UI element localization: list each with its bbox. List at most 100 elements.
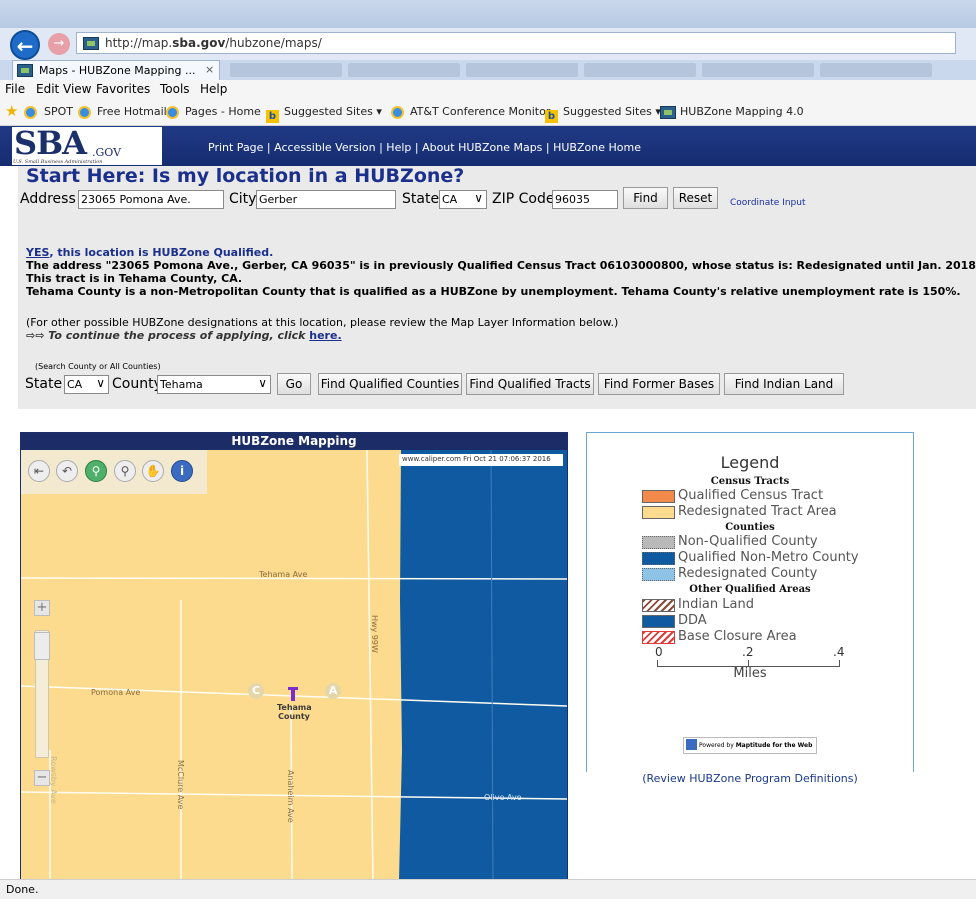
url-text: http://map.sba.gov/hubzone/maps/: [105, 36, 322, 50]
other-designations-note: (For other possible HUBZone designations…: [26, 316, 619, 329]
find-button[interactable]: Find: [623, 187, 668, 209]
menu-view[interactable]: View: [63, 82, 91, 96]
sba-logo[interactable]: SBA: [14, 124, 87, 162]
fav-suggested-sites-2[interactable]: Suggested Sites ▾: [563, 105, 661, 118]
map-marker-c[interactable]: C: [248, 683, 264, 699]
back-button[interactable]: ←: [10, 30, 40, 60]
fav-suggested-sites[interactable]: Suggested Sites ▾: [284, 105, 382, 118]
qualified-non-metro-county-area: [399, 450, 567, 879]
coordinate-input-link[interactable]: Coordinate Input: [730, 198, 806, 208]
status-bar: Done.: [0, 879, 976, 899]
review-definitions-link[interactable]: (Review HUBZone Program Definitions): [586, 772, 914, 786]
fav-hubzone-mapping[interactable]: HUBZone Mapping 4.0: [680, 105, 804, 118]
zoom-slider-plus-icon[interactable]: +: [34, 600, 50, 616]
menu-edit[interactable]: Edit: [36, 82, 59, 96]
map-timestamp: www.caliper.com Fri Oct 21 07:06:37 2016: [399, 454, 563, 466]
road-label-olive: Olive Ave: [484, 793, 522, 802]
yes-link[interactable]: YES: [26, 246, 49, 259]
map-marker-a[interactable]: A: [325, 683, 341, 699]
forward-button[interactable]: →: [48, 33, 70, 55]
legend-item-base-closure: Base Closure Area: [678, 629, 797, 644]
find-qualified-tracts-button[interactable]: Find Qualified Tracts: [466, 373, 594, 395]
apply-here-link[interactable]: here.: [309, 329, 341, 342]
ie-icon: [24, 106, 37, 119]
tab-blurred[interactable]: [702, 63, 814, 77]
header-links[interactable]: Print Page | Accessible Version | Help |…: [208, 141, 641, 154]
legend-item-non-qualified-county: Non-Qualified County: [678, 534, 818, 549]
county-search-hint: (Search County or All Counties): [35, 362, 161, 371]
legend-section-census-tracts: Census Tracts: [710, 476, 790, 487]
road-label-mcclure: McClure Ave: [176, 760, 185, 810]
result-line: Tehama County is a non-Metropolitan Coun…: [26, 285, 961, 298]
location-pin-icon[interactable]: [288, 687, 298, 701]
map-canvas[interactable]: ⇤ ↶ ⚲ ⚲ ✋ i www.caliper.com Fri Oct 21 0…: [21, 450, 567, 879]
tab-close-icon[interactable]: ×: [205, 63, 214, 76]
ie-icon: [166, 106, 179, 119]
fav-att-conference[interactable]: AT&T Conference Monitor: [410, 105, 550, 118]
sba-logo-gov: .GOV: [92, 146, 122, 159]
hubzone-favicon-icon: [660, 106, 676, 119]
pan-hand-icon[interactable]: ✋: [142, 460, 164, 482]
county-label: County: [112, 376, 162, 392]
tab-blurred[interactable]: [584, 63, 696, 77]
bing-icon: b: [545, 110, 558, 123]
ie-icon: [391, 106, 404, 119]
reset-button[interactable]: Reset: [673, 187, 718, 209]
scale-label-mid: .2: [742, 645, 754, 659]
zip-input[interactable]: 96035: [552, 190, 618, 209]
fav-spot[interactable]: SPOT: [44, 105, 73, 118]
find-former-bases-button[interactable]: Find Former Bases: [598, 373, 720, 395]
fav-free-hotmail[interactable]: Free Hotmail: [97, 105, 167, 118]
find-indian-land-button[interactable]: Find Indian Land: [724, 373, 844, 395]
legend-swatch-indian-land: [642, 599, 675, 612]
county-select-value: Tehama: [160, 378, 203, 391]
go-button[interactable]: Go: [277, 373, 311, 395]
tab-blurred[interactable]: [466, 63, 578, 77]
county-state-label: State: [25, 376, 63, 392]
info-icon[interactable]: i: [171, 460, 193, 482]
legend-item-qualified-non-metro: Qualified Non-Metro County: [678, 550, 859, 565]
legend-section-other: Other Qualified Areas: [689, 584, 811, 595]
map-back-icon[interactable]: ↶: [56, 460, 78, 482]
menu-favorites[interactable]: Favorites: [96, 82, 150, 96]
legend-item-redesignated-county: Redesignated County: [678, 566, 818, 581]
state-label: State: [402, 191, 440, 207]
fav-pages-home[interactable]: Pages - Home: [185, 105, 261, 118]
tab-blurred[interactable]: [820, 63, 932, 77]
maptitude-logo-icon: [686, 739, 697, 750]
map-pan-left-icon[interactable]: ⇤: [28, 460, 50, 482]
menu-tools[interactable]: Tools: [160, 82, 190, 96]
county-map-label: Tehama County: [277, 703, 312, 721]
state-select[interactable]: CA ∨: [439, 190, 487, 209]
arrow-icon: ⇨⇨: [26, 329, 45, 342]
page-title: Start Here: Is my location in a HUBZone?: [26, 165, 465, 187]
zoom-out-icon[interactable]: ⚲: [114, 460, 136, 482]
zoom-slider-thumb[interactable]: [34, 632, 50, 660]
zoom-slider-minus-icon[interactable]: −: [34, 770, 50, 786]
scale-label-0: 0: [655, 645, 663, 659]
address-bar[interactable]: http://map.sba.gov/hubzone/maps/: [76, 32, 956, 54]
tab-hubzone-maps[interactable]: Maps - HUBZone Mapping ... ×: [12, 60, 220, 80]
powered-by-badge[interactable]: Powered by Maptitude for the Web: [683, 737, 817, 754]
legend-swatch-redesignated-tract: [642, 506, 675, 519]
favorites-star-icon[interactable]: ★: [5, 102, 18, 120]
legend-swatch-non-qualified-county: [642, 536, 675, 549]
zoom-in-icon[interactable]: ⚲: [85, 460, 107, 482]
tab-blurred[interactable]: [230, 63, 342, 77]
legend-swatch-base-closure: [642, 631, 675, 644]
county-select[interactable]: Tehama ∨: [157, 375, 271, 394]
county-state-value: CA: [67, 378, 83, 391]
road-label-pomona: Pomona Ave: [91, 688, 141, 697]
legend-swatch-redesignated-county: [642, 568, 675, 581]
city-input[interactable]: Gerber: [256, 190, 396, 209]
tab-blurred[interactable]: [348, 63, 460, 77]
scale-unit: Miles: [733, 666, 767, 681]
county-state-select[interactable]: CA ∨: [64, 375, 109, 394]
road-label-hwy99w: Hwy 99W: [370, 615, 379, 653]
menu-file[interactable]: File: [5, 82, 25, 96]
menu-help[interactable]: Help: [200, 82, 227, 96]
address-input[interactable]: 23065 Pomona Ave.: [78, 190, 224, 209]
find-qualified-counties-button[interactable]: Find Qualified Counties: [318, 373, 462, 395]
tab-label: Maps - HUBZone Mapping ...: [39, 64, 196, 77]
ie-icon: [78, 106, 91, 119]
